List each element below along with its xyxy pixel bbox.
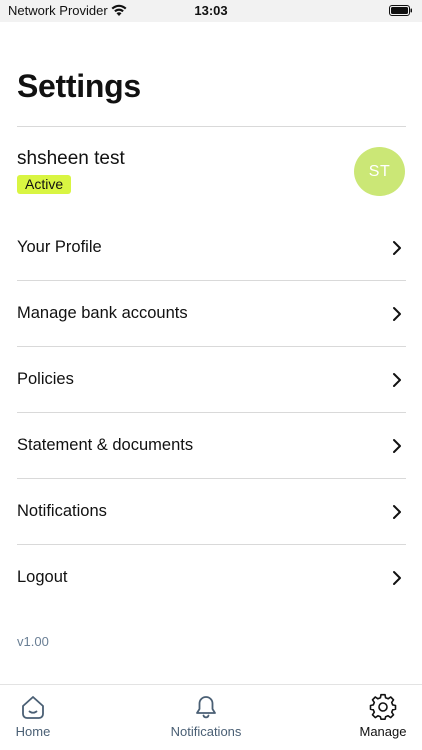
- menu-item-manage-bank-accounts[interactable]: Manage bank accounts: [17, 281, 406, 347]
- status-badge: Active: [17, 175, 72, 194]
- menu-item-your-profile[interactable]: Your Profile: [17, 215, 406, 281]
- app-version: v1.00: [17, 634, 49, 649]
- menu-item-policies[interactable]: Policies: [17, 347, 406, 413]
- menu-item-label: Statement & documents: [17, 436, 194, 454]
- chevron-right-icon: [393, 307, 401, 321]
- chevron-right-icon: [393, 241, 401, 255]
- page-title: Settings: [17, 68, 141, 104]
- menu-item-label: Policies: [17, 370, 74, 388]
- menu-item-label: Notifications: [17, 502, 107, 520]
- menu-item-logout[interactable]: Logout: [17, 545, 406, 611]
- menu-item-notifications[interactable]: Notifications: [17, 479, 406, 545]
- tab-home[interactable]: Home: [0, 685, 66, 750]
- tab-notifications[interactable]: Notifications: [160, 685, 252, 750]
- divider: [17, 126, 406, 127]
- tab-label: Manage: [359, 724, 407, 739]
- chevron-right-icon: [393, 505, 401, 519]
- tab-manage[interactable]: Manage: [350, 685, 416, 750]
- tab-label: Home: [15, 724, 51, 739]
- battery-icon: [389, 5, 412, 16]
- menu-item-label: Manage bank accounts: [17, 304, 188, 322]
- menu-item-label: Your Profile: [17, 238, 102, 256]
- gear-icon: [369, 693, 397, 721]
- chevron-right-icon: [393, 439, 401, 453]
- chevron-right-icon: [393, 571, 401, 585]
- tab-bar: Home Notifications Manage: [0, 684, 422, 750]
- home-icon: [22, 696, 44, 719]
- status-bar: Network Provider 13:03: [0, 0, 422, 22]
- clock: 13:03: [194, 3, 228, 18]
- bell-icon: [196, 696, 216, 719]
- menu-item-label: Logout: [17, 568, 68, 586]
- menu-item-statement-documents[interactable]: Statement & documents: [17, 413, 406, 479]
- avatar[interactable]: ST: [354, 147, 405, 196]
- settings-menu: Your Profile Manage bank accounts Polici…: [17, 215, 406, 611]
- tab-label: Notifications: [170, 724, 242, 739]
- chevron-right-icon: [393, 373, 401, 387]
- profile-name: shsheen test: [17, 148, 125, 169]
